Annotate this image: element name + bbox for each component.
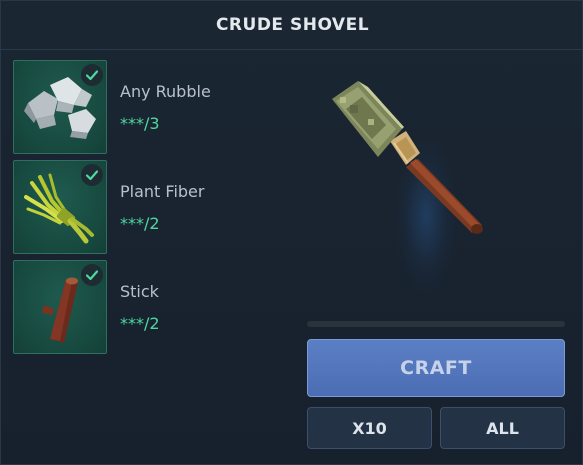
craft-progress-bar bbox=[307, 321, 565, 327]
requirements-list: Any Rubble ***/3 Plant Fiber ***/2 Stick… bbox=[13, 60, 293, 360]
panel-header: CRUDE SHOVEL bbox=[1, 1, 583, 50]
requirement-row: Any Rubble ***/3 bbox=[13, 60, 293, 160]
craft-all-button[interactable]: ALL bbox=[440, 407, 565, 449]
recipe-title: CRUDE SHOVEL bbox=[215, 15, 370, 35]
requirement-slot[interactable] bbox=[13, 260, 107, 354]
requirement-name: Plant Fiber bbox=[120, 182, 205, 201]
check-icon bbox=[81, 64, 103, 86]
craft-x10-button[interactable]: X10 bbox=[307, 407, 432, 449]
requirement-quantity: ***/3 bbox=[120, 114, 160, 133]
crude-shovel-icon bbox=[332, 81, 483, 234]
requirement-row: Plant Fiber ***/2 bbox=[13, 160, 293, 260]
requirement-slot[interactable] bbox=[13, 160, 107, 254]
requirement-quantity: ***/2 bbox=[120, 214, 160, 233]
requirement-slot[interactable] bbox=[13, 60, 107, 154]
requirement-quantity: ***/2 bbox=[120, 314, 160, 333]
requirement-name: Stick bbox=[120, 282, 159, 301]
check-icon bbox=[81, 264, 103, 286]
craft-button[interactable]: CRAFT bbox=[307, 339, 565, 397]
item-preview bbox=[306, 61, 566, 306]
crafting-panel: CRUDE SHOVEL Any Rubble ***/3 Plant Fibe… bbox=[0, 0, 583, 465]
check-icon bbox=[81, 164, 103, 186]
requirement-name: Any Rubble bbox=[120, 82, 211, 101]
requirement-row: Stick ***/2 bbox=[13, 260, 293, 360]
